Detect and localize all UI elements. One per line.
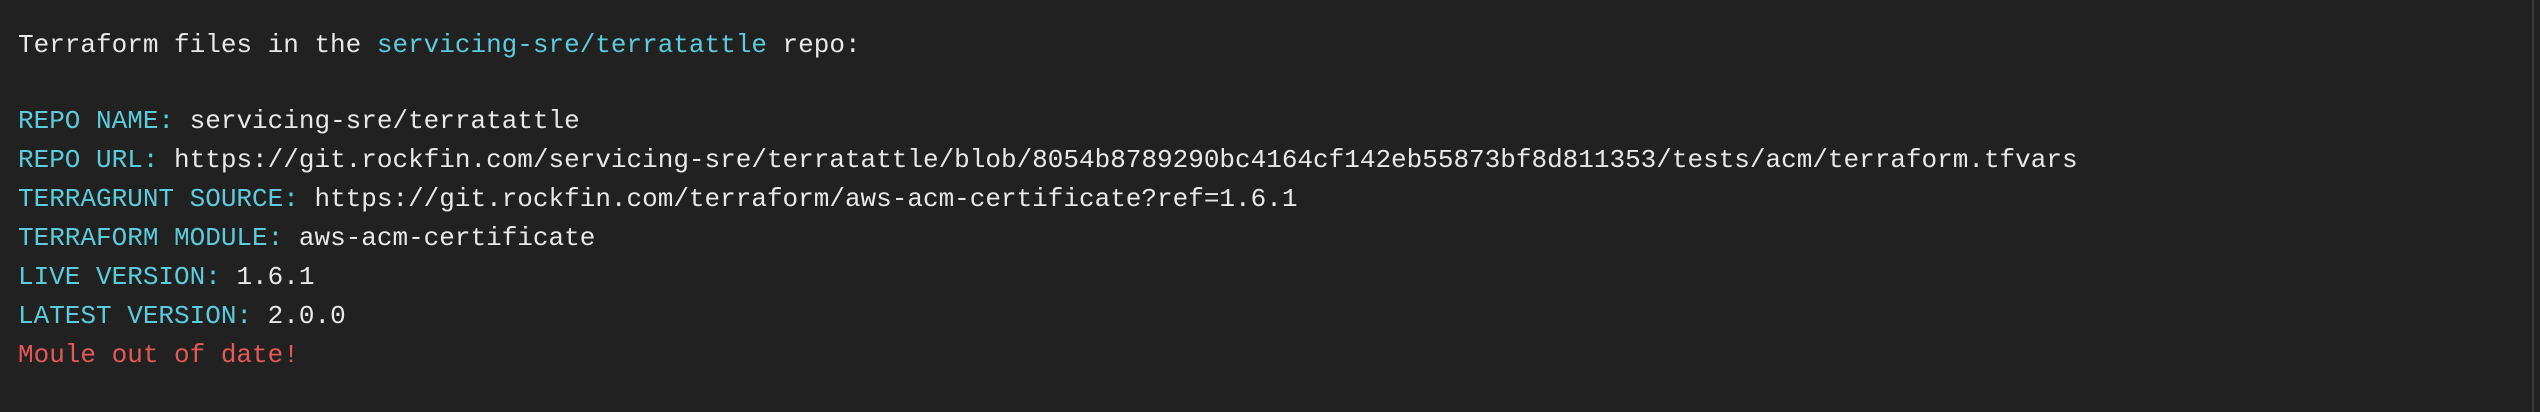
- field-value-link[interactable]: https://git.rockfin.com/servicing-sre/te…: [174, 145, 2078, 175]
- field-repo-name: REPO NAME: servicing-sre/terratattle: [18, 102, 2078, 141]
- panel-border: [2532, 0, 2534, 412]
- repo-name-highlight: servicing-sre/terratattle: [376, 30, 767, 60]
- field-live-version: LIVE VERSION: 1.6.1: [18, 258, 2078, 297]
- out-of-date-warning: Moule out of date!: [18, 340, 299, 370]
- field-label: REPO NAME:: [18, 106, 175, 136]
- header-suffix: repo:: [766, 30, 861, 60]
- field-label: LIVE VERSION:: [18, 262, 221, 292]
- field-value: aws-acm-certificate: [298, 223, 596, 253]
- field-value-link[interactable]: https://git.rockfin.com/terraform/aws-ac…: [314, 184, 1297, 214]
- field-repo-url: REPO URL: https://git.rockfin.com/servic…: [18, 141, 2078, 180]
- field-value: 2.0.0: [267, 301, 346, 331]
- terminal-output: Terraform files in the servicing-sre/ter…: [18, 26, 2078, 375]
- field-value: servicing-sre/terratattle: [189, 106, 580, 136]
- field-latest-version: LATEST VERSION: 2.0.0: [18, 297, 2078, 336]
- field-value: 1.6.1: [236, 262, 315, 292]
- field-label: LATEST VERSION:: [18, 301, 253, 331]
- field-terragrunt-source: TERRAGRUNT SOURCE: https://git.rockfin.c…: [18, 180, 2078, 219]
- field-label: REPO URL:: [18, 145, 159, 175]
- field-terraform-module: TERRAFORM MODULE: aws-acm-certificate: [18, 219, 2078, 258]
- field-label: TERRAFORM MODULE:: [18, 223, 284, 253]
- field-label: TERRAGRUNT SOURCE:: [18, 184, 299, 214]
- header-prefix: Terraform files in the: [18, 30, 377, 60]
- header-line: Terraform files in the servicing-sre/ter…: [18, 26, 2078, 65]
